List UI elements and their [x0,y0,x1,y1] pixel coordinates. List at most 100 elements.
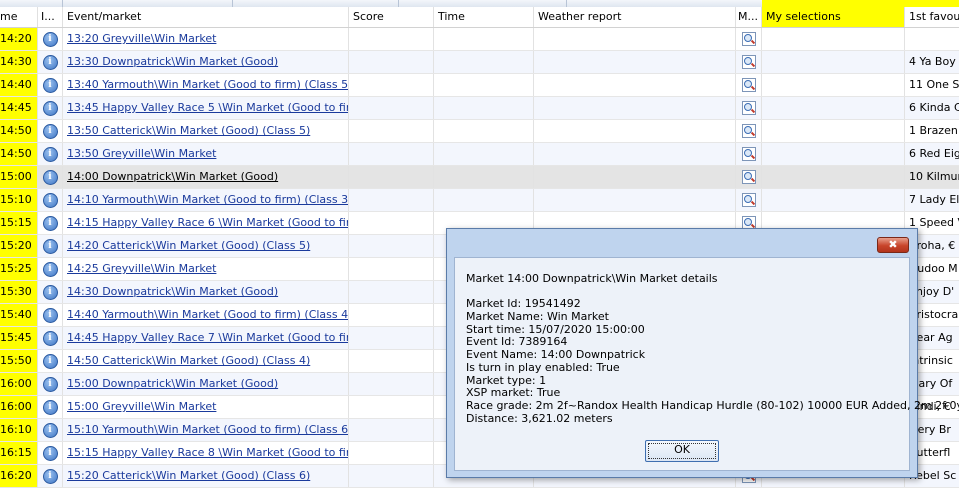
info-cell[interactable]: i [38,419,63,441]
info-cell[interactable]: i [38,304,63,326]
table-row[interactable]: 14:50 i 13:50 Catterick\Win Market (Good) … [0,120,959,143]
magnifier-icon[interactable] [741,193,756,207]
event-market-link[interactable]: 13:30 Downpatrick\Win Market (Good) [67,55,278,68]
magnifier-icon[interactable] [741,101,756,115]
my-selections-cell[interactable] [762,143,905,165]
column-header-first-favourite[interactable]: 1st favour [905,7,959,27]
info-cell[interactable]: i [38,143,63,165]
info-cell[interactable]: i [38,465,63,487]
event-market-link[interactable]: 14:30 Downpatrick\Win Market (Good) [67,285,278,298]
close-button[interactable]: ✖ [877,237,909,253]
magnifier-icon[interactable] [741,170,756,184]
event-market-link[interactable]: 14:10 Yarmouth\Win Market (Good to firm)… [67,193,348,206]
event-market-link[interactable]: 15:15 Happy Valley Race 8 \Win Market (G… [67,446,348,459]
column-header-weather[interactable]: Weather report [534,7,736,27]
column-header-time[interactable]: me [0,7,38,27]
info-icon[interactable]: i [42,192,58,208]
event-market-link[interactable]: 14:40 Yarmouth\Win Market (Good to firm)… [67,308,348,321]
info-cell[interactable]: i [38,120,63,142]
info-icon[interactable]: i [42,284,58,300]
info-cell[interactable]: i [38,442,63,464]
info-cell[interactable]: i [38,281,63,303]
info-cell[interactable]: i [38,327,63,349]
event-market-link[interactable]: 13:20 Greyville\Win Market [67,32,216,45]
event-market-link[interactable]: 14:45 Happy Valley Race 7 \Win Market (G… [67,331,348,344]
column-header-event[interactable]: Event/market [63,7,349,27]
info-icon[interactable]: i [42,123,58,139]
event-market-link[interactable]: 13:50 Greyville\Win Market [67,147,216,160]
my-selections-cell[interactable] [762,51,905,73]
info-icon[interactable]: i [42,376,58,392]
magnifier-icon[interactable] [741,55,756,69]
my-selections-cell[interactable] [762,166,905,188]
ok-button[interactable]: OK [645,440,719,462]
event-market-link[interactable]: 14:25 Greyville\Win Market [67,262,216,275]
info-cell[interactable]: i [38,373,63,395]
event-market-link[interactable]: 14:15 Happy Valley Race 6 \Win Market (G… [67,216,348,229]
magnifier-icon[interactable] [741,78,756,92]
info-icon[interactable]: i [42,468,58,484]
event-market-link[interactable]: 15:00 Downpatrick\Win Market (Good) [67,377,278,390]
magnifier-icon[interactable] [741,124,756,138]
info-cell[interactable]: i [38,350,63,372]
info-icon[interactable]: i [42,330,58,346]
event-market-link[interactable]: 14:50 Catterick\Win Market (Good) (Class… [67,354,310,367]
table-row[interactable]: 14:30 i 13:30 Downpatrick\Win Market (Good… [0,51,959,74]
info-icon[interactable]: i [42,399,58,415]
event-market-link[interactable]: 13:50 Catterick\Win Market (Good) (Class… [67,124,310,137]
my-selections-cell[interactable] [762,74,905,96]
column-header-time-col[interactable]: Time [434,7,534,27]
market-view-cell[interactable] [736,143,762,165]
info-cell[interactable]: i [38,189,63,211]
info-cell[interactable]: i [38,212,63,234]
my-selections-cell[interactable] [762,28,905,50]
market-view-cell[interactable] [736,166,762,188]
info-cell[interactable]: i [38,166,63,188]
magnifier-icon[interactable] [741,32,756,46]
info-cell[interactable]: i [38,258,63,280]
magnifier-icon[interactable] [741,147,756,161]
event-market-link[interactable]: 14:00 Downpatrick\Win Market (Good) [67,170,278,183]
dialog-titlebar[interactable]: ✖ [447,229,917,257]
info-icon[interactable]: i [42,261,58,277]
column-header-m[interactable]: M... [736,7,762,27]
info-icon[interactable]: i [42,445,58,461]
highlight-tab[interactable] [762,0,959,7]
market-view-cell[interactable] [736,28,762,50]
info-icon[interactable]: i [42,77,58,93]
market-view-cell[interactable] [736,97,762,119]
market-view-cell[interactable] [736,120,762,142]
info-icon[interactable]: i [42,146,58,162]
market-view-cell[interactable] [736,51,762,73]
info-icon[interactable]: i [42,215,58,231]
event-market-link[interactable]: 13:45 Happy Valley Race 5 \Win Market (G… [67,101,348,114]
my-selections-cell[interactable] [762,120,905,142]
event-market-link[interactable]: 15:10 Yarmouth\Win Market (Good to firm)… [67,423,348,436]
info-icon[interactable]: i [42,238,58,254]
info-cell[interactable]: i [38,51,63,73]
column-header-score[interactable]: Score [349,7,434,27]
info-icon[interactable]: i [42,169,58,185]
market-view-cell[interactable] [736,74,762,96]
info-icon[interactable]: i [42,422,58,438]
info-icon[interactable]: i [42,100,58,116]
table-row[interactable]: 14:50 i 13:50 Greyville\Win Market 6 Red Ei… [0,143,959,166]
table-row[interactable]: 14:40 i 13:40 Yarmouth\Win Market (Good to… [0,74,959,97]
info-icon[interactable]: i [42,353,58,369]
info-icon[interactable]: i [42,307,58,323]
info-icon[interactable]: i [42,31,58,47]
market-view-cell[interactable] [736,189,762,211]
event-market-link[interactable]: 15:00 Greyville\Win Market [67,400,216,413]
info-cell[interactable]: i [38,97,63,119]
column-header-info[interactable]: I... [38,7,63,27]
event-market-link[interactable]: 13:40 Yarmouth\Win Market (Good to firm)… [67,78,348,91]
table-row[interactable]: 15:00 i 14:00 Downpatrick\Win Market (Good… [0,166,959,189]
my-selections-cell[interactable] [762,97,905,119]
info-cell[interactable]: i [38,28,63,50]
column-header-my-selections[interactable]: My selections [762,7,905,27]
table-row[interactable]: 14:20 i 13:20 Greyville\Win Market [0,28,959,51]
info-cell[interactable]: i [38,235,63,257]
info-icon[interactable]: i [42,54,58,70]
table-row[interactable]: 14:45 i 13:45 Happy Valley Race 5 \Win Mar… [0,97,959,120]
event-market-link[interactable]: 15:20 Catterick\Win Market (Good) (Class… [67,469,310,482]
